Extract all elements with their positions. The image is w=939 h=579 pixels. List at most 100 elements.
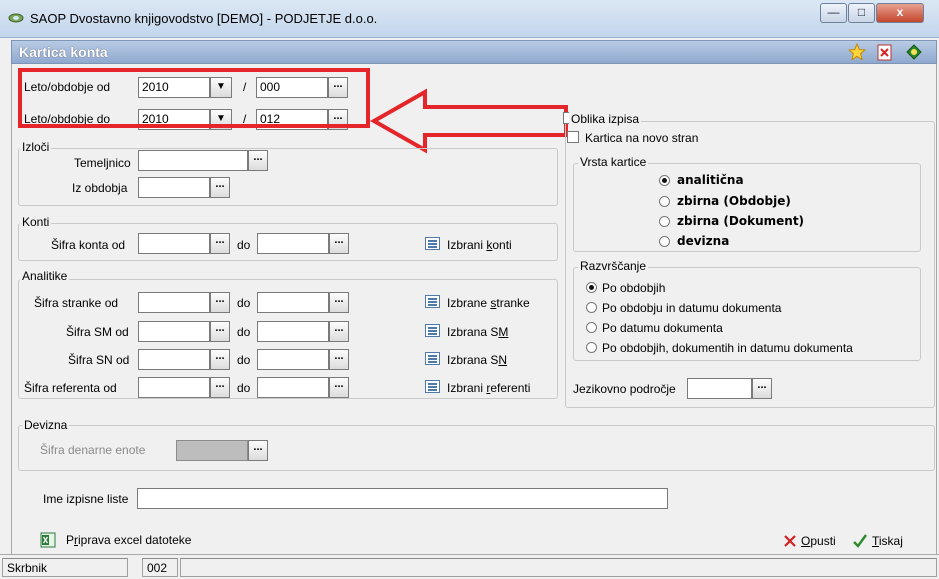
referent-from-input[interactable] [138, 377, 210, 398]
analitika-to-label: do [237, 353, 251, 367]
razvrscanje-option-label: Po obdobju in datumu dokumenta [602, 301, 782, 315]
razvrscanje-title: Razvrščanje [578, 259, 649, 273]
analitike-group-title: Analitike [20, 269, 70, 283]
list-icon[interactable] [425, 324, 440, 337]
vrsta-radio-zbirna-obdobje[interactable] [659, 196, 670, 207]
sn-to-lookup-button[interactable]: ... [329, 349, 349, 370]
razvrscanje-option-label: Po obdobjih [602, 281, 666, 295]
pdf-icon[interactable] [877, 44, 893, 61]
oblika-izpisa-title: Oblika izpisa [569, 112, 642, 126]
excel-button[interactable]: Priprava excel datoteke [40, 532, 210, 550]
stranka-from-lookup-button[interactable]: ... [210, 292, 230, 313]
izbrana-sn-link[interactable]: Izbrana SN [447, 353, 507, 367]
devizna-group-title: Devizna [22, 418, 70, 432]
ime-liste-label: Ime izpisne liste [43, 492, 129, 506]
vrsta-radio-analiticna[interactable] [659, 175, 670, 186]
konto-from-lookup-button[interactable]: ... [210, 233, 230, 254]
cancel-button[interactable]: Opusti [783, 533, 843, 551]
close-button[interactable]: x [876, 3, 924, 23]
print-button-label: Tiskaj [872, 534, 903, 548]
referent-to-input[interactable] [257, 377, 329, 398]
konto-to-input[interactable] [257, 233, 329, 254]
konto-to-lookup-button[interactable]: ... [329, 233, 349, 254]
izbrana-sm-link[interactable]: Izbrana SM [447, 325, 508, 339]
jezikovno-podrocje-lookup-button[interactable]: ... [752, 378, 772, 399]
star-icon[interactable] [848, 43, 866, 61]
sm-to-input[interactable] [257, 321, 329, 342]
iz-obdobja-lookup-button[interactable]: ... [210, 177, 230, 198]
window-title: SAOP Dvostavno knjigovodstvo [DEMO] - PO… [30, 11, 378, 26]
vrsta-option-label: zbirna (Obdobje) [677, 194, 791, 208]
stranka-to-lookup-button[interactable]: ... [329, 292, 349, 313]
close-x-icon [784, 535, 796, 547]
checkmark-icon [853, 534, 867, 548]
temeljnico-lookup-button[interactable]: ... [248, 150, 268, 171]
analitika-to-label: do [237, 325, 251, 339]
status-message [180, 558, 937, 577]
sm-from-lookup-button[interactable]: ... [210, 321, 230, 342]
temeljnico-input[interactable] [138, 150, 248, 171]
excel-icon [40, 532, 56, 548]
analitika-to-label: do [237, 381, 251, 395]
annotation-arrow-icon [370, 88, 568, 154]
list-icon[interactable] [425, 352, 440, 365]
stranka-from-input[interactable] [138, 292, 210, 313]
temeljnico-label: Temeljnico [74, 156, 131, 170]
sm-to-lookup-button[interactable]: ... [329, 321, 349, 342]
kartica-nova-stran-checkbox[interactable] [567, 131, 579, 143]
analitika-from-label: Šifra SN od [68, 353, 130, 367]
list-icon[interactable] [425, 295, 440, 308]
izbrani-konti-link[interactable]: Izbrani konti [447, 238, 512, 252]
denarna-enota-label: Šifra denarne enote [40, 443, 146, 457]
window-titlebar: SAOP Dvostavno knjigovodstvo [DEMO] - PO… [0, 0, 939, 38]
app-logo-icon [8, 13, 24, 23]
form-title: Kartica konta [19, 44, 108, 60]
vrsta-radio-devizna[interactable] [659, 236, 670, 247]
analitika-to-label: do [237, 296, 251, 310]
razvrscanje-radio-obdobje-dokument-datum[interactable] [586, 342, 597, 353]
sn-from-lookup-button[interactable]: ... [210, 349, 230, 370]
minimize-button[interactable]: — [820, 3, 847, 23]
razvrscanje-radio-po-obdobjih[interactable] [586, 282, 597, 293]
status-bar: Skrbnik 002 [0, 554, 939, 579]
jezikovno-podrocje-input[interactable] [687, 378, 752, 399]
konto-from-label: Šifra konta od [51, 238, 126, 252]
vrsta-option-label: zbirna (Dokument) [677, 214, 805, 228]
konti-group-title: Konti [20, 215, 52, 229]
sn-to-input[interactable] [257, 349, 329, 370]
denarna-enota-input[interactable] [176, 440, 248, 461]
status-user: Skrbnik [2, 558, 128, 577]
iz-obdobja-label: Iz obdobja [72, 181, 128, 195]
vrsta-option-label: devizna [677, 234, 730, 248]
analitika-from-label: Šifra SM od [66, 325, 129, 339]
konto-to-label: do [237, 238, 251, 252]
izbrane-stranke-link[interactable]: Izbrane stranke [447, 296, 530, 310]
referent-from-lookup-button[interactable]: ... [210, 377, 230, 398]
list-icon[interactable] [425, 380, 440, 393]
list-icon[interactable] [425, 237, 440, 250]
form-header: Kartica konta [11, 40, 937, 64]
annotation-highlight-box [18, 68, 370, 128]
razvrscanje-option-label: Po datumu dokumenta [602, 321, 723, 335]
sn-from-input[interactable] [138, 349, 210, 370]
analitika-from-label: Šifra stranke od [34, 296, 119, 310]
izbrani-referenti-link[interactable]: Izbrani referenti [447, 381, 530, 395]
vrsta-option-label: analitična [677, 173, 744, 187]
stranka-to-input[interactable] [257, 292, 329, 313]
print-button[interactable]: Tiskaj [852, 533, 912, 551]
razvrscanje-radio-obdobje-datum[interactable] [586, 302, 597, 313]
maximize-button[interactable]: □ [848, 3, 875, 23]
vrsta-radio-zbirna-dokument[interactable] [659, 216, 670, 227]
ime-liste-input[interactable] [137, 488, 668, 509]
sm-from-input[interactable] [138, 321, 210, 342]
jezikovno-podrocje-label: Jezikovno področje [573, 382, 676, 396]
excel-button-label: Priprava excel datoteke [66, 533, 192, 547]
help-icon[interactable] [904, 43, 924, 61]
referent-to-lookup-button[interactable]: ... [329, 377, 349, 398]
iz-obdobja-input[interactable] [138, 177, 210, 198]
razvrscanje-radio-datum[interactable] [586, 322, 597, 333]
denarna-enota-lookup-button[interactable]: ... [248, 440, 268, 461]
konto-from-input[interactable] [138, 233, 210, 254]
status-code: 002 [142, 558, 178, 577]
razvrscanje-option-label: Po obdobjih, dokumentih in datumu dokume… [602, 341, 853, 355]
